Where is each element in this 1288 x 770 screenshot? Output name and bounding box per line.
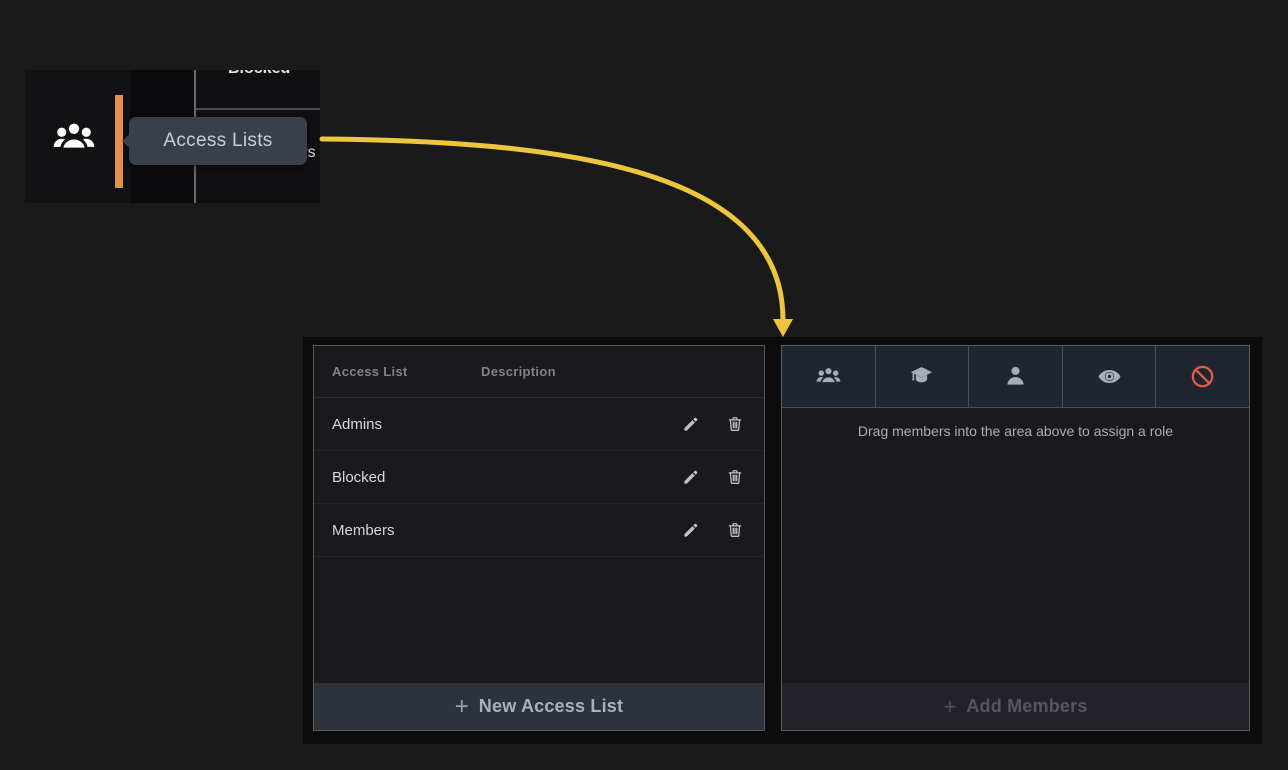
new-access-list-label: New Access List: [479, 696, 623, 717]
role-cell-observers[interactable]: [1063, 346, 1157, 407]
role-cell-blocked[interactable]: [1156, 346, 1249, 407]
eye-icon: [1096, 363, 1123, 390]
new-access-list-button[interactable]: + New Access List: [314, 683, 764, 730]
prohibition-icon: [1189, 363, 1216, 390]
delete-trash-icon[interactable]: [726, 468, 744, 486]
table-header: Access List Description: [314, 346, 764, 398]
page: Blocked Members Access Lists Access List: [0, 0, 1288, 770]
edit-pencil-icon[interactable]: [682, 415, 700, 433]
table-row-members[interactable]: Members: [314, 504, 764, 557]
row-actions: [682, 521, 744, 539]
people-group-icon: [815, 363, 842, 390]
flow-arrow-head: [773, 319, 793, 337]
people-group-icon[interactable]: [51, 114, 97, 162]
delete-trash-icon[interactable]: [726, 415, 744, 433]
flow-arrow-shaft: [322, 139, 783, 320]
add-members-label: Add Members: [966, 696, 1087, 717]
panels-container: Access List Description Admins Blocked: [303, 337, 1262, 744]
access-list-name: Members: [332, 522, 395, 539]
table-row-blocked[interactable]: Blocked: [314, 451, 764, 504]
edit-pencil-icon[interactable]: [682, 521, 700, 539]
table-row-admins[interactable]: Admins: [314, 398, 764, 451]
access-list-name: Admins: [332, 416, 382, 433]
person-icon: [1002, 363, 1029, 390]
graduation-cap-icon: [908, 363, 935, 390]
add-members-button[interactable]: + Add Members: [782, 683, 1249, 730]
partial-row-blocked: Blocked: [228, 70, 290, 78]
row-actions: [682, 468, 744, 486]
drag-hint-text: Drag members into the area above to assi…: [782, 408, 1249, 439]
access-list-name: Blocked: [332, 469, 385, 486]
column-header-description: Description: [481, 364, 556, 379]
role-cell-admins[interactable]: [782, 346, 876, 407]
edit-pencil-icon[interactable]: [682, 468, 700, 486]
role-cell-moderators[interactable]: [876, 346, 970, 407]
tooltip-label: Access Lists: [163, 130, 272, 152]
plus-icon: +: [943, 696, 956, 718]
column-header-access-list: Access List: [332, 364, 481, 379]
delete-trash-icon[interactable]: [726, 521, 744, 539]
plus-icon: +: [455, 695, 469, 719]
role-drop-bar: [782, 346, 1249, 408]
sidebar-screenshot-fragment: Blocked Members Access Lists: [25, 70, 320, 203]
access-lists-panel: Access List Description Admins Blocked: [313, 345, 765, 731]
role-cell-members[interactable]: [969, 346, 1063, 407]
row-separator: [196, 108, 320, 110]
members-panel: Drag members into the area above to assi…: [781, 345, 1250, 731]
tooltip: Access Lists: [129, 117, 307, 165]
row-actions: [682, 415, 744, 433]
